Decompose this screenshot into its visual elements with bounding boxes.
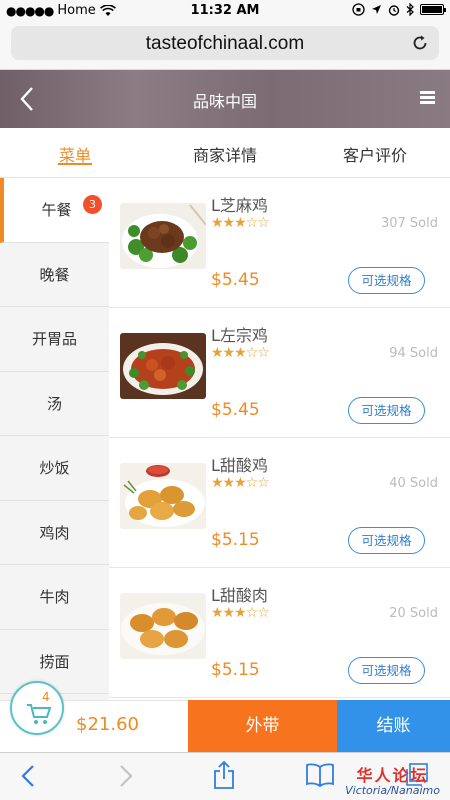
tab-merchant-details[interactable]: 商家详情: [150, 128, 300, 177]
sidebar-item-appetizers[interactable]: 开胃品: [0, 307, 109, 372]
dish-price: $5.45: [211, 400, 260, 420]
sidebar-item-beef[interactable]: 牛肉: [0, 565, 109, 630]
takeout-button[interactable]: 外带: [188, 700, 337, 752]
star-filled-icon: ★★★: [211, 345, 247, 361]
sidebar-item-dinner[interactable]: 晚餐: [0, 243, 109, 307]
sidebar-item-lo-mein[interactable]: 捞面: [0, 630, 109, 694]
status-right: [352, 3, 446, 16]
bluetooth-icon: [406, 3, 414, 16]
share-icon[interactable]: [212, 760, 236, 790]
rating-stars: ★★★☆☆: [211, 215, 270, 231]
dish-price: $5.45: [211, 270, 260, 290]
cart-total: $21.60: [76, 714, 139, 735]
soup-count-badge: 3: [83, 195, 102, 214]
browser-forward-icon[interactable]: [118, 763, 134, 789]
dish-name: L甜酸鸡: [211, 456, 268, 475]
browser-address-bar: tasteofchinaal.com: [0, 22, 450, 70]
options-button[interactable]: 可选规格: [348, 527, 425, 554]
dish-photo: [120, 463, 206, 529]
watermark-en: Victoria/Nanaimo: [345, 784, 440, 797]
rating-stars: ★★★☆☆: [211, 605, 270, 621]
dish-name: L芝麻鸡: [211, 196, 268, 215]
sold-count: 307 Sold: [380, 216, 438, 231]
sold-count: 40 Sold: [389, 476, 438, 491]
dish-item[interactable]: L芝麻鸡 ★★★☆☆ 307 Sold $5.45 可选规格: [109, 178, 450, 308]
dish-name: L甜酸肉: [211, 586, 268, 605]
dish-price: $5.15: [211, 660, 260, 680]
tab-menu[interactable]: 菜单: [0, 128, 150, 177]
rating-stars: ★★★☆☆: [211, 475, 270, 491]
dish-photo: [120, 333, 206, 399]
orientation-lock-icon: [352, 3, 365, 16]
hamburger-icon[interactable]: [420, 91, 435, 105]
book-icon[interactable]: [305, 763, 335, 787]
dish-item[interactable]: L甜酸肉 ★★★☆☆ 20 Sold $5.15 可选规格: [109, 568, 450, 698]
sold-count: 20 Sold: [389, 606, 438, 621]
cart-icon: [27, 704, 52, 724]
options-button[interactable]: 可选规格: [348, 267, 425, 294]
star-filled-icon: ★★★: [211, 475, 247, 491]
dish-price: $5.15: [211, 530, 260, 550]
cart-bar: $21.60 外带 结账: [0, 700, 450, 752]
star-empty-icon: ☆☆: [245, 345, 270, 361]
dish-list: L芝麻鸡 ★★★☆☆ 307 Sold $5.45 可选规格 L左宗鸡 ★★★☆…: [109, 178, 450, 700]
star-filled-icon: ★★★: [211, 605, 247, 621]
app-header: 品味中国: [0, 70, 450, 128]
tab-bar: 菜单 商家详情 客户评价: [0, 128, 450, 178]
watermark-cn: 华人论坛: [356, 766, 429, 785]
options-button[interactable]: 可选规格: [348, 657, 425, 684]
sidebar-item-fried-rice[interactable]: 炒饭: [0, 436, 109, 501]
cart-count: 4: [42, 690, 50, 704]
options-button[interactable]: 可选规格: [348, 397, 425, 424]
rating-stars: ★★★☆☆: [211, 345, 270, 361]
dish-item[interactable]: L左宗鸡 ★★★☆☆ 94 Sold $5.45 可选规格: [109, 308, 450, 438]
forum-watermark: 华人论坛 Victoria/Nanaimo: [345, 762, 440, 797]
dish-name: L左宗鸡: [211, 326, 268, 345]
cart-button[interactable]: 4: [10, 681, 64, 735]
dish-photo: [120, 203, 206, 269]
checkout-button[interactable]: 结账: [337, 700, 450, 752]
dish-item[interactable]: L甜酸鸡 ★★★☆☆ 40 Sold $5.15 可选规格: [109, 438, 450, 568]
url-field[interactable]: tasteofchinaal.com: [11, 26, 439, 60]
sidebar-item-soup[interactable]: 汤: [0, 372, 109, 436]
browser-back-icon[interactable]: [20, 763, 36, 789]
category-sidebar: 午餐 晚餐 开胃品 汤 炒饭 鸡肉 牛肉 捞面: [0, 178, 109, 700]
star-empty-icon: ☆☆: [245, 605, 270, 621]
alarm-icon: [388, 4, 400, 16]
url-text[interactable]: tasteofchinaal.com: [11, 33, 439, 55]
sidebar-item-chicken[interactable]: 鸡肉: [0, 501, 109, 565]
sold-count: 94 Sold: [389, 346, 438, 361]
tab-reviews[interactable]: 客户评价: [300, 128, 450, 177]
page-title: 品味中国: [192, 92, 257, 111]
battery-icon: [420, 4, 446, 15]
status-bar: ●●●●● Home 11:32 AM: [0, 0, 450, 22]
star-filled-icon: ★★★: [211, 215, 247, 231]
reload-icon[interactable]: [411, 34, 429, 52]
location-icon: [372, 5, 381, 14]
star-empty-icon: ☆☆: [245, 215, 270, 231]
star-empty-icon: ☆☆: [245, 475, 270, 491]
dish-photo: [120, 593, 206, 659]
